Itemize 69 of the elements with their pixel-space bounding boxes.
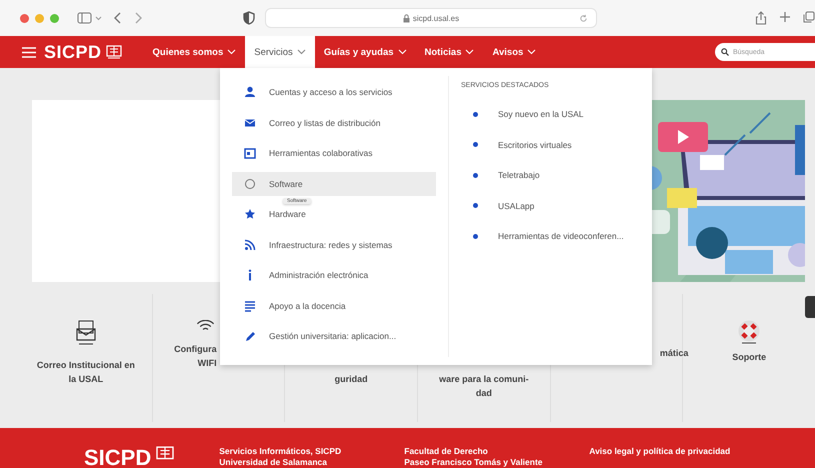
chevron-down-icon [465,49,474,55]
lock-icon [402,14,410,22]
bullet-icon [473,112,478,117]
emblem-icon [106,45,122,59]
nav-menu-item[interactable]: Servicios [245,36,315,68]
envelope-emblem-icon [74,320,97,346]
wifi-icon [196,320,214,330]
chevron-down-icon [296,49,306,55]
bullet-icon [473,142,478,148]
reload-icon[interactable] [579,14,588,22]
footer-logo[interactable]: SICPD [84,446,152,468]
dropdown-menu-item[interactable]: Herramientas colaborativas [232,141,436,165]
dropdown-menu-item[interactable]: Administración electrónica [232,263,436,287]
nav-menu-item[interactable]: Avisos [483,36,546,68]
featured-service-link[interactable]: Soy nuevo en la USAL [498,109,584,120]
footer-text: Aviso legal y política de privacidad [589,446,732,457]
dropdown-menu-item[interactable]: Infraestructura: redes y sistemas [232,232,436,256]
footer-text: Servicios Informáticos, SICPD [219,446,342,457]
dropdown-menu-item[interactable]: Cuentas y acceso a los servicios [232,80,436,104]
share-icon[interactable] [755,11,767,25]
featured-service-link[interactable]: USALapp [498,200,534,211]
footer-text: Facultad de Derecho [404,446,489,457]
service-card-label[interactable]: Correo Institucional en la USAL [36,358,135,386]
close-window-button[interactable] [20,14,29,22]
dropdown-menu-item[interactable]: Software [232,172,436,196]
tabs-overview-icon[interactable] [803,11,815,23]
featured-service-link[interactable]: Teletrabajo [498,170,540,180]
footer-text: Paseo Francisco Tomás y Valiente [404,457,544,468]
lifebuoy-icon [737,320,762,344]
footer-text: Universidad de Salamanca [219,457,328,468]
star-icon [244,208,256,220]
site-logo[interactable]: SICPD [44,42,102,62]
person-icon [244,86,256,98]
sidebar-icon[interactable] [77,11,103,25]
dropdown-menu-item[interactable]: Correo y listas de distribución [232,110,436,134]
chevron-down-icon [527,49,536,55]
service-card-label[interactable]: guridad [334,372,368,386]
new-tab-icon[interactable] [779,11,791,23]
rss-icon [244,238,256,250]
bullet-icon [473,203,478,208]
emblem-icon [155,446,176,462]
dropdown-menu-item[interactable]: Apoyo a la docencia [232,294,436,318]
circle-icon [244,178,256,190]
nav-menu-item[interactable]: Noticias [416,36,484,68]
chevron-down-icon [398,49,407,55]
bullet-icon [473,172,478,178]
service-card-label[interactable]: Configura WIFI [156,342,217,370]
pencil-icon [244,330,256,342]
side-tab[interactable] [805,296,815,318]
shield-icon[interactable] [243,11,255,25]
bullet-icon [473,234,478,239]
service-card-label[interactable]: ware para la comuni- dad [439,372,529,400]
address-bar[interactable]: sicpd.usal.es [265,8,597,28]
menu-icon[interactable] [22,46,36,58]
forward-icon[interactable] [133,11,143,25]
featured-service-link[interactable]: Herramientas de videoconferen... [498,231,624,242]
nav-menu-item[interactable]: Quienes somos [144,36,246,68]
search-icon [721,48,729,56]
service-card-label[interactable]: Soporte [732,350,766,364]
nav-menu-item[interactable]: Guías y ayudas [314,36,416,68]
dropdown-menu-item[interactable]: Gestión universitaria: aplicacion... [232,324,436,348]
dropdown-menu-item[interactable]: Hardware [232,202,436,226]
featured-service-link[interactable]: Escritorios virtuales [498,140,572,150]
envelope-icon [244,116,256,128]
chevron-down-icon [227,49,236,55]
back-icon[interactable] [113,11,123,25]
calendar-icon [244,147,256,159]
service-card-label[interactable]: mática [660,346,688,360]
lines-icon [244,300,256,312]
